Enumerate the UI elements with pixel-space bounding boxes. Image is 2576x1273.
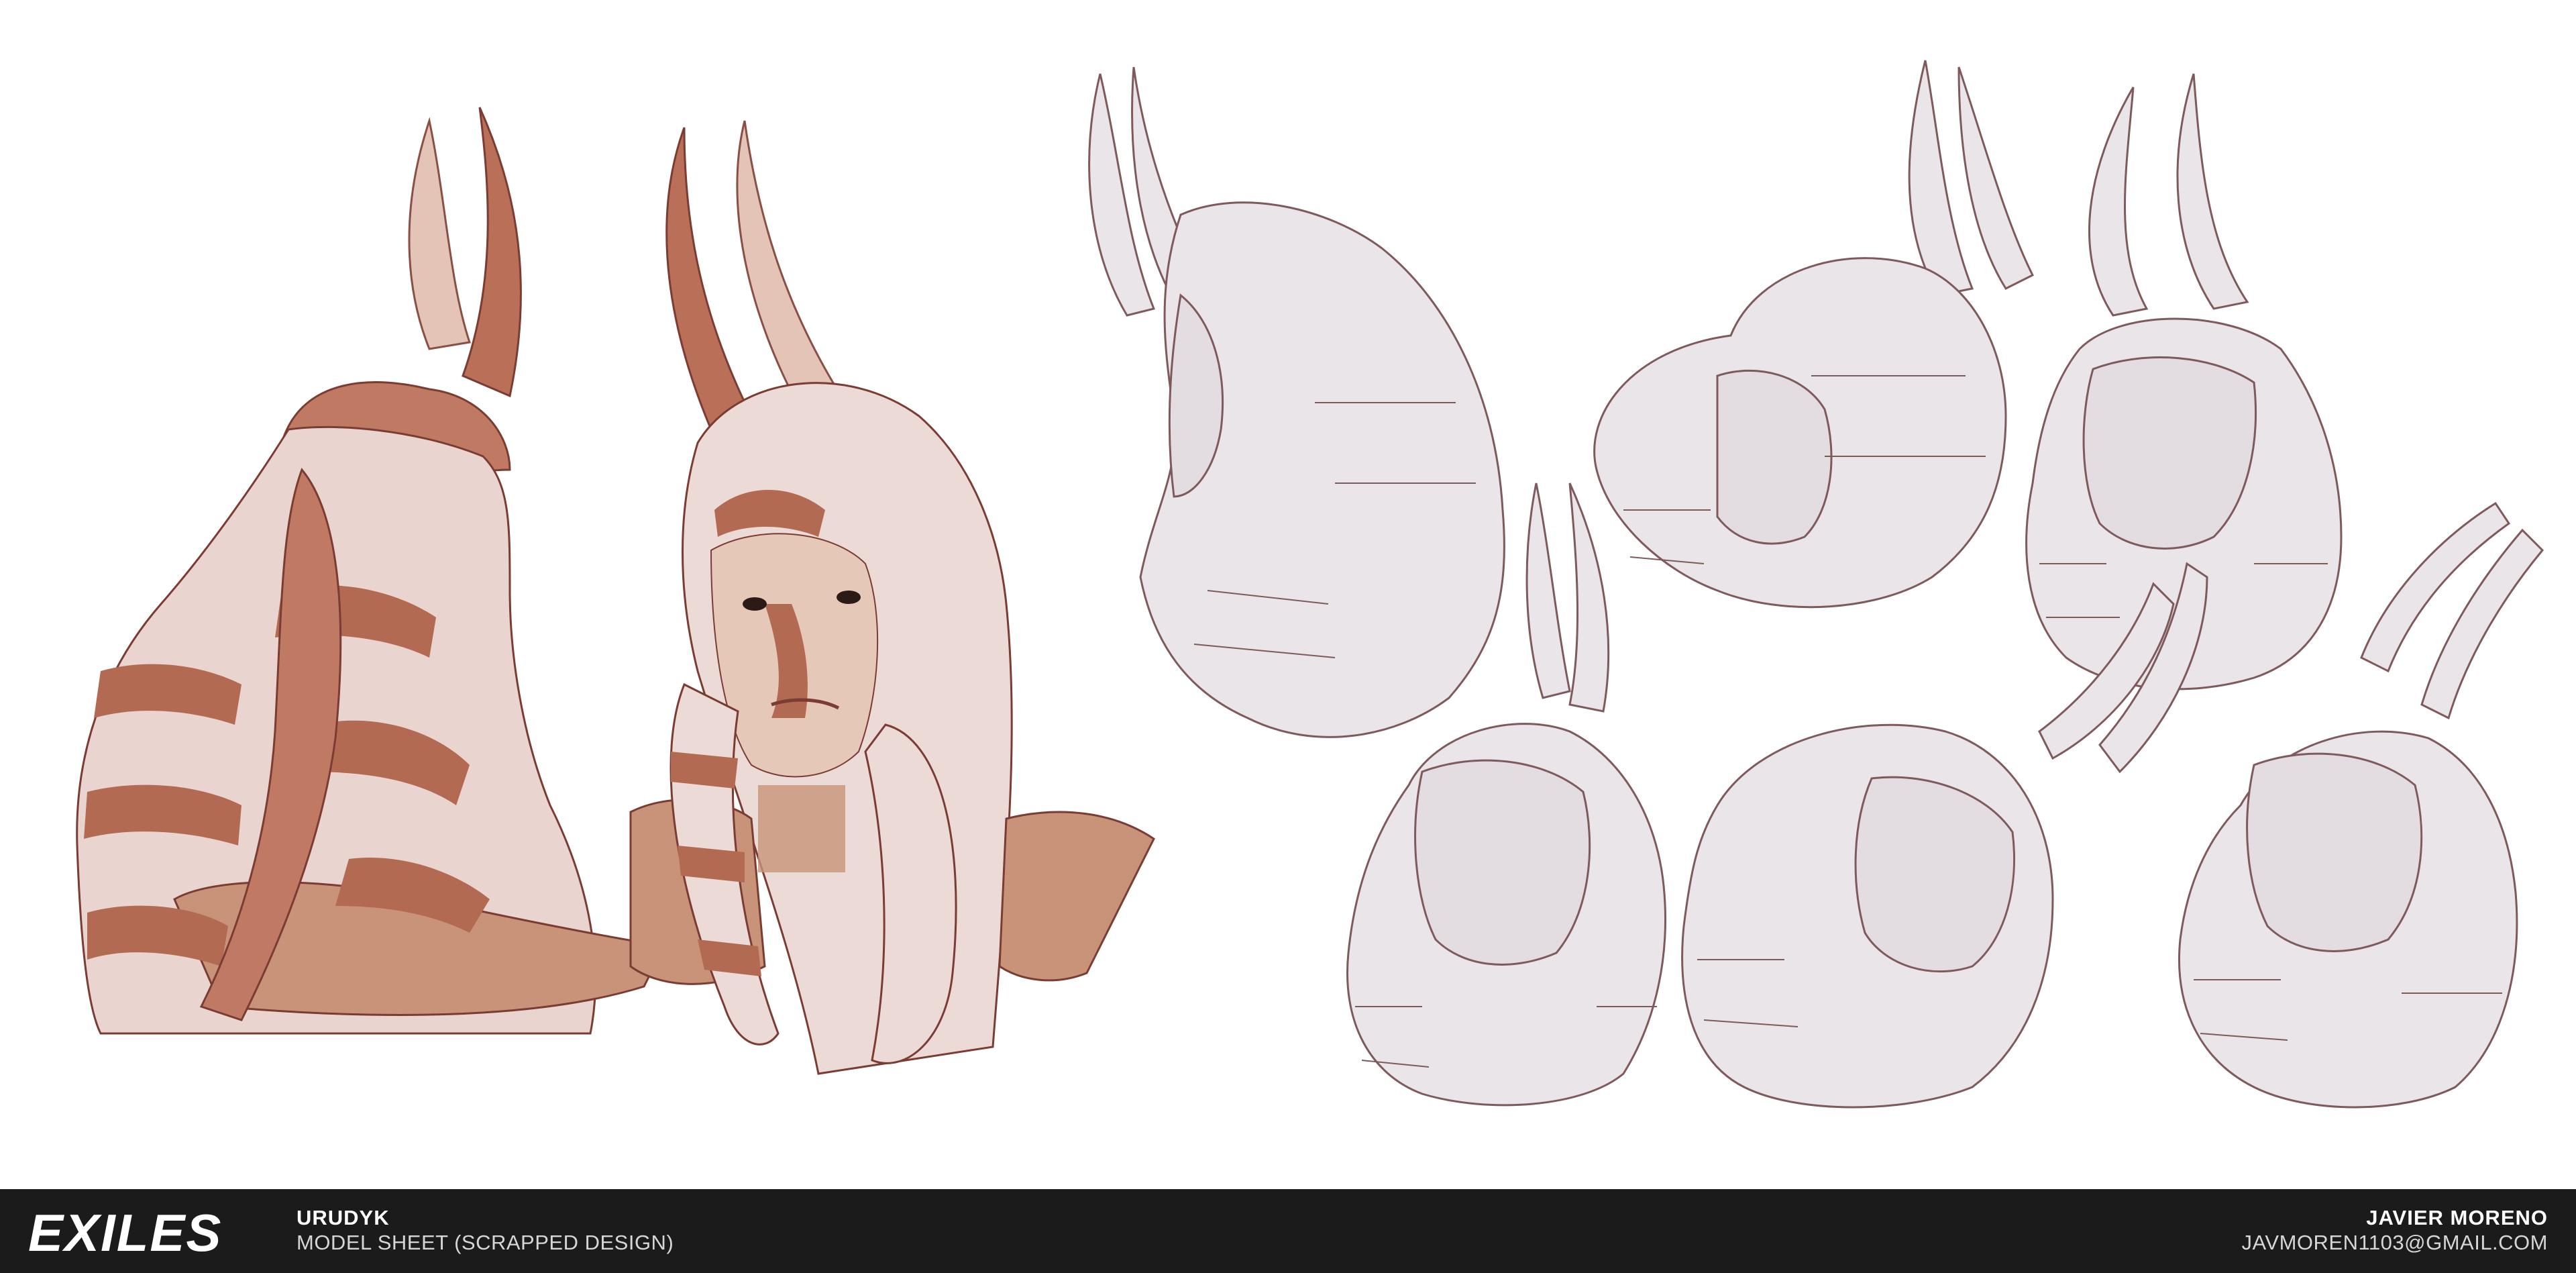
footer-bar: EXILES URUDYK MODEL SHEET (SCRAPPED DESI…	[0, 1189, 2576, 1273]
character-name: URUDYK	[297, 1206, 390, 1229]
model-sheet-page: EXILES URUDYK MODEL SHEET (SCRAPPED DESI…	[0, 0, 2576, 1273]
colored-front-view	[629, 120, 1155, 1075]
logo-text: EXILES	[28, 1204, 222, 1259]
artist-email: JAVMOREN1103@GMAIL.COM	[2241, 1231, 2548, 1255]
exiles-logo: EXILES	[28, 1204, 222, 1259]
credit-block: JAVIER MORENO JAVMOREN1103@GMAIL.COM	[2242, 1205, 2548, 1255]
sketch-three-quarter-right	[1593, 60, 2035, 609]
title-block: URUDYK MODEL SHEET (SCRAPPED DESIGN)	[297, 1205, 674, 1255]
colored-back-view	[76, 107, 666, 1035]
sheet-label: MODEL SHEET (SCRAPPED DESIGN)	[297, 1231, 674, 1255]
sketch-profile-left	[1088, 66, 1505, 738]
character-artwork	[76, 60, 2544, 1109]
artist-name: JAVIER MORENO	[2366, 1206, 2548, 1229]
sketch-views	[1088, 60, 2544, 1109]
sketch-profile-right-down	[1681, 562, 2208, 1109]
